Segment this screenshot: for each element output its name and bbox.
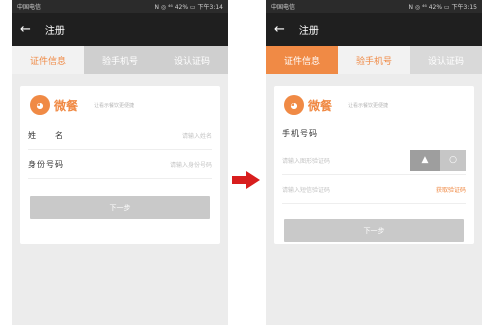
name-field[interactable]: 姓 名 请输入姓名 — [28, 121, 212, 150]
logo-icon: ◕ — [30, 95, 50, 115]
logo-icon: ◕ — [284, 95, 304, 115]
captcha-refresh-icon[interactable]: ○ — [440, 149, 466, 171]
tab-id-info[interactable]: 证件信息 — [12, 46, 84, 74]
carrier-label: 中国电信 — [17, 4, 42, 11]
name-label: 姓 名 — [28, 130, 64, 140]
carrier-label: 中国电信 — [271, 4, 296, 11]
back-arrow-icon[interactable]: ← — [20, 23, 31, 36]
red-arrow-icon — [232, 171, 260, 189]
status-bar: 中国电信 N ◎ ⁴⁶ 42% ▭ 下午3:14 — [12, 0, 228, 13]
sms-code-input[interactable]: 请输入短信验证码 — [282, 185, 330, 194]
brand-slogan: 让看示餐饮更便捷 — [348, 102, 389, 109]
page-title: 注册 — [298, 26, 319, 37]
brand-name: 微餐 — [54, 98, 79, 113]
nav-bar: ← 注册 — [12, 13, 228, 46]
id-number-input[interactable]: 请输入身份号码 — [170, 160, 212, 169]
form-card: ◕ 微餐 让看示餐饮更便捷 手机号码 请输入图形验证码 ▲ ○ 请输入短信验证码… — [274, 86, 474, 244]
status-indicators: N ◎ ⁴⁶ 42% ▭ 下午3:14 — [154, 4, 223, 11]
step-tabs: 证件信息 验手机号 设认证码 — [12, 46, 228, 74]
button-wrap: 下一步 — [30, 196, 210, 219]
captcha-image-icon[interactable]: ▲ — [410, 149, 440, 171]
sms-code-field[interactable]: 请输入短信验证码 获取验证码 — [282, 175, 466, 204]
brand-slogan: 让看示餐饮更便捷 — [94, 102, 135, 109]
phone-screen-step1: 中国电信 N ◎ ⁴⁶ 42% ▭ 下午3:14 ← 注册 证件信息 验手机号 … — [12, 0, 228, 325]
tab-id-info[interactable]: 证件信息 — [266, 46, 338, 74]
captcha-widget: ▲ ○ — [410, 149, 466, 171]
step-tabs: 证件信息 验手机号 设认证码 — [266, 46, 482, 74]
button-wrap: 下一步 — [284, 219, 464, 242]
next-button[interactable]: 下一步 — [30, 196, 210, 219]
id-number-field[interactable]: 身份号码 请输入身份号码 — [28, 150, 212, 179]
captcha-input[interactable]: 请输入图形验证码 — [282, 156, 330, 165]
phone-screen-step2: 中国电信 N ◎ ⁴⁶ 42% ▭ 下午3:15 ← 注册 证件信息 验手机号 … — [266, 0, 482, 325]
brand-name: 微餐 — [308, 98, 333, 113]
phone-field[interactable]: 手机号码 — [282, 121, 466, 146]
back-arrow-icon[interactable]: ← — [274, 23, 285, 36]
tab-set-password[interactable]: 设认证码 — [156, 46, 228, 74]
get-code-button[interactable]: 获取验证码 — [436, 185, 466, 194]
name-input[interactable]: 请输入姓名 — [182, 131, 212, 140]
captcha-field[interactable]: 请输入图形验证码 ▲ ○ — [282, 146, 466, 175]
status-indicators: N ◎ ⁴⁶ 42% ▭ 下午3:15 — [408, 4, 477, 11]
brand-header: ◕ 微餐 让看示餐饮更便捷 — [20, 86, 220, 121]
nav-bar: ← 注册 — [266, 13, 482, 46]
next-button[interactable]: 下一步 — [284, 219, 464, 242]
phone-label: 手机号码 — [282, 129, 318, 138]
brand-header: ◕ 微餐 让看示餐饮更便捷 — [274, 86, 474, 121]
tab-verify-phone[interactable]: 验手机号 — [338, 46, 410, 74]
tab-set-password[interactable]: 设认证码 — [410, 46, 482, 74]
status-bar: 中国电信 N ◎ ⁴⁶ 42% ▭ 下午3:15 — [266, 0, 482, 13]
tab-verify-phone[interactable]: 验手机号 — [84, 46, 156, 74]
id-number-label: 身份号码 — [28, 159, 64, 169]
page-title: 注册 — [44, 26, 65, 37]
form-card: ◕ 微餐 让看示餐饮更便捷 姓 名 请输入姓名 身份号码 请输入身份号码 下一步 — [20, 86, 220, 244]
